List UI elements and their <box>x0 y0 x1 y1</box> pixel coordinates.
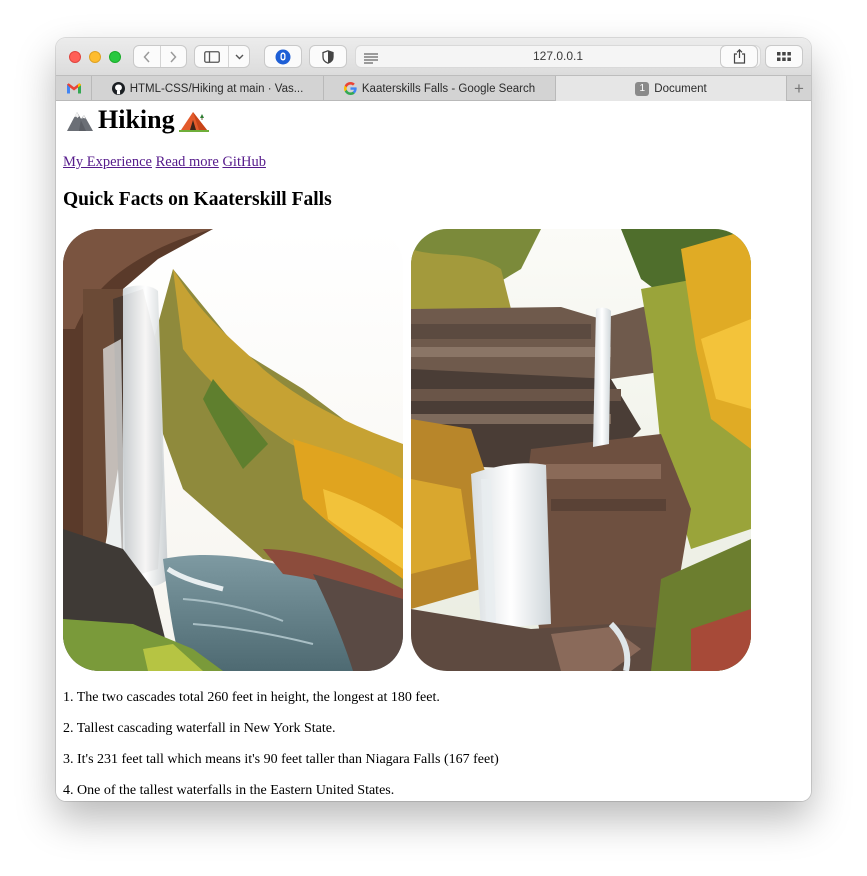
zoom-window-button[interactable] <box>109 51 121 63</box>
link-github[interactable]: GitHub <box>222 154 266 170</box>
share-icon <box>733 49 745 64</box>
fact-item: 1. The two cascades total 260 feet in he… <box>63 690 440 705</box>
nav-links: My Experience Read more GitHub <box>63 154 266 171</box>
gmail-icon <box>66 83 81 94</box>
tab-label: HTML-CSS/Hiking at main · Vas... <box>129 82 304 95</box>
tab-overview-icon <box>777 52 791 61</box>
extension-button-1[interactable] <box>264 45 302 68</box>
fact-item: 4. One of the tallest waterfalls in the … <box>63 783 395 798</box>
page-title-text: Hiking <box>98 105 175 134</box>
page-title: Hiking <box>62 105 213 135</box>
waterfall-photo-front-view <box>411 229 751 671</box>
new-tab-button[interactable]: + <box>787 76 811 101</box>
mountain-icon <box>66 108 94 132</box>
github-icon <box>111 82 125 95</box>
tab-gmail[interactable] <box>56 76 92 101</box>
address-bar[interactable]: 127.0.0.1 <box>355 45 761 68</box>
minimize-window-button[interactable] <box>89 51 101 63</box>
chevron-left-icon <box>143 50 150 63</box>
close-window-button[interactable] <box>69 51 81 63</box>
chevron-down-icon <box>235 54 244 59</box>
link-read-more[interactable]: Read more <box>156 154 219 170</box>
link-my-experience[interactable]: My Experience <box>63 154 152 170</box>
sidebar-toggle-button[interactable] <box>194 45 250 68</box>
section-heading: Quick Facts on Kaaterskill Falls <box>63 189 332 210</box>
chevron-right-icon <box>170 50 177 63</box>
fact-item: 2. Tallest cascading waterfall in New Yo… <box>63 721 336 736</box>
badge-icon: 1 <box>635 81 650 96</box>
back-button[interactable] <box>134 46 160 67</box>
browser-window: 127.0.0.1 HTML-CSS/Hiking at main · Vas.… <box>56 38 811 801</box>
tab-label: Kaaterskills Falls - Google Search <box>361 82 536 95</box>
tab-google-search[interactable]: Kaaterskills Falls - Google Search <box>324 76 556 101</box>
extension-button-2[interactable] <box>309 45 347 68</box>
sidebar-menu-chevron[interactable] <box>229 46 249 67</box>
google-icon <box>343 82 357 95</box>
shield-icon <box>322 49 334 64</box>
sidebar-icon <box>203 50 220 63</box>
tab-overview-button[interactable] <box>765 45 803 68</box>
tab-document[interactable]: 1 Document <box>556 76 787 101</box>
browser-toolbar: 127.0.0.1 <box>56 38 811 75</box>
tab-bar: HTML-CSS/Hiking at main · Vas... Kaaters… <box>56 75 811 101</box>
page-content: Hiking My Experience Read more GitHub Qu… <box>56 101 811 801</box>
sidebar-icon-wrap <box>195 46 230 67</box>
navigation-buttons <box>133 45 187 68</box>
forward-button[interactable] <box>159 46 187 67</box>
tent-icon <box>178 108 209 132</box>
url-text: 127.0.0.1 <box>532 49 584 63</box>
fact-item: 3. It's 231 feet tall which means it's 9… <box>63 752 499 767</box>
share-button[interactable] <box>720 45 758 68</box>
privacy-extension-icon <box>275 49 291 64</box>
tab-github[interactable]: HTML-CSS/Hiking at main · Vas... <box>92 76 324 101</box>
waterfall-photo-side-view <box>63 229 403 671</box>
tab-label: Document <box>654 82 707 95</box>
